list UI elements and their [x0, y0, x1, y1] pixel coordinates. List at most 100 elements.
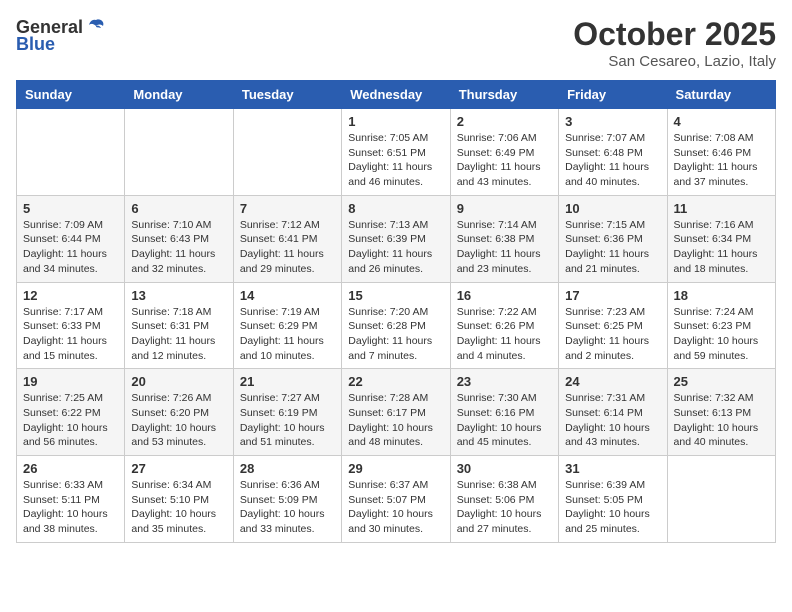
table-row: 9 Sunrise: 7:14 AMSunset: 6:38 PMDayligh… — [450, 195, 558, 282]
table-row: 13 Sunrise: 7:18 AMSunset: 6:31 PMDaylig… — [125, 282, 233, 369]
day-number: 30 — [457, 461, 552, 476]
col-tuesday: Tuesday — [233, 81, 341, 109]
calendar-week-row: 1 Sunrise: 7:05 AMSunset: 6:51 PMDayligh… — [17, 109, 776, 196]
table-row: 15 Sunrise: 7:20 AMSunset: 6:28 PMDaylig… — [342, 282, 450, 369]
day-info: Sunrise: 7:32 AMSunset: 6:13 PMDaylight:… — [674, 391, 769, 450]
logo-bird-icon — [85, 16, 107, 38]
day-info: Sunrise: 7:23 AMSunset: 6:25 PMDaylight:… — [565, 305, 660, 364]
table-row: 27 Sunrise: 6:34 AMSunset: 5:10 PMDaylig… — [125, 456, 233, 543]
logo: General Blue — [16, 16, 107, 55]
day-info: Sunrise: 7:26 AMSunset: 6:20 PMDaylight:… — [131, 391, 226, 450]
day-number: 14 — [240, 288, 335, 303]
day-info: Sunrise: 7:16 AMSunset: 6:34 PMDaylight:… — [674, 218, 769, 277]
table-row: 31 Sunrise: 6:39 AMSunset: 5:05 PMDaylig… — [559, 456, 667, 543]
day-number: 23 — [457, 374, 552, 389]
table-row: 16 Sunrise: 7:22 AMSunset: 6:26 PMDaylig… — [450, 282, 558, 369]
day-number: 22 — [348, 374, 443, 389]
day-number: 29 — [348, 461, 443, 476]
col-monday: Monday — [125, 81, 233, 109]
day-number: 13 — [131, 288, 226, 303]
table-row: 26 Sunrise: 6:33 AMSunset: 5:11 PMDaylig… — [17, 456, 125, 543]
calendar-week-row: 26 Sunrise: 6:33 AMSunset: 5:11 PMDaylig… — [17, 456, 776, 543]
calendar: Sunday Monday Tuesday Wednesday Thursday… — [16, 80, 776, 543]
table-row: 10 Sunrise: 7:15 AMSunset: 6:36 PMDaylig… — [559, 195, 667, 282]
day-info: Sunrise: 6:38 AMSunset: 5:06 PMDaylight:… — [457, 478, 552, 537]
col-wednesday: Wednesday — [342, 81, 450, 109]
day-info: Sunrise: 7:20 AMSunset: 6:28 PMDaylight:… — [348, 305, 443, 364]
calendar-header-row: Sunday Monday Tuesday Wednesday Thursday… — [17, 81, 776, 109]
table-row — [17, 109, 125, 196]
day-info: Sunrise: 6:39 AMSunset: 5:05 PMDaylight:… — [565, 478, 660, 537]
table-row: 28 Sunrise: 6:36 AMSunset: 5:09 PMDaylig… — [233, 456, 341, 543]
day-number: 12 — [23, 288, 118, 303]
col-friday: Friday — [559, 81, 667, 109]
day-info: Sunrise: 7:31 AMSunset: 6:14 PMDaylight:… — [565, 391, 660, 450]
table-row: 5 Sunrise: 7:09 AMSunset: 6:44 PMDayligh… — [17, 195, 125, 282]
table-row: 29 Sunrise: 6:37 AMSunset: 5:07 PMDaylig… — [342, 456, 450, 543]
day-info: Sunrise: 7:19 AMSunset: 6:29 PMDaylight:… — [240, 305, 335, 364]
day-number: 5 — [23, 201, 118, 216]
day-number: 25 — [674, 374, 769, 389]
day-number: 28 — [240, 461, 335, 476]
day-number: 8 — [348, 201, 443, 216]
day-info: Sunrise: 7:12 AMSunset: 6:41 PMDaylight:… — [240, 218, 335, 277]
day-number: 27 — [131, 461, 226, 476]
day-info: Sunrise: 6:37 AMSunset: 5:07 PMDaylight:… — [348, 478, 443, 537]
day-number: 10 — [565, 201, 660, 216]
table-row: 24 Sunrise: 7:31 AMSunset: 6:14 PMDaylig… — [559, 369, 667, 456]
day-info: Sunrise: 7:08 AMSunset: 6:46 PMDaylight:… — [674, 131, 769, 190]
day-number: 15 — [348, 288, 443, 303]
day-info: Sunrise: 7:05 AMSunset: 6:51 PMDaylight:… — [348, 131, 443, 190]
calendar-week-row: 12 Sunrise: 7:17 AMSunset: 6:33 PMDaylig… — [17, 282, 776, 369]
day-info: Sunrise: 7:06 AMSunset: 6:49 PMDaylight:… — [457, 131, 552, 190]
table-row: 20 Sunrise: 7:26 AMSunset: 6:20 PMDaylig… — [125, 369, 233, 456]
col-saturday: Saturday — [667, 81, 775, 109]
table-row: 8 Sunrise: 7:13 AMSunset: 6:39 PMDayligh… — [342, 195, 450, 282]
title-section: October 2025 San Cesareo, Lazio, Italy — [573, 16, 776, 70]
day-number: 9 — [457, 201, 552, 216]
day-number: 3 — [565, 114, 660, 129]
day-info: Sunrise: 7:24 AMSunset: 6:23 PMDaylight:… — [674, 305, 769, 364]
month-title: October 2025 — [573, 16, 776, 53]
col-thursday: Thursday — [450, 81, 558, 109]
table-row: 14 Sunrise: 7:19 AMSunset: 6:29 PMDaylig… — [233, 282, 341, 369]
table-row: 1 Sunrise: 7:05 AMSunset: 6:51 PMDayligh… — [342, 109, 450, 196]
calendar-week-row: 19 Sunrise: 7:25 AMSunset: 6:22 PMDaylig… — [17, 369, 776, 456]
table-row: 11 Sunrise: 7:16 AMSunset: 6:34 PMDaylig… — [667, 195, 775, 282]
logo-text-blue: Blue — [16, 34, 55, 55]
day-info: Sunrise: 7:09 AMSunset: 6:44 PMDaylight:… — [23, 218, 118, 277]
page-header: General Blue October 2025 San Cesareo, L… — [16, 16, 776, 70]
day-number: 24 — [565, 374, 660, 389]
day-number: 16 — [457, 288, 552, 303]
table-row: 19 Sunrise: 7:25 AMSunset: 6:22 PMDaylig… — [17, 369, 125, 456]
day-number: 19 — [23, 374, 118, 389]
day-info: Sunrise: 7:07 AMSunset: 6:48 PMDaylight:… — [565, 131, 660, 190]
day-info: Sunrise: 7:17 AMSunset: 6:33 PMDaylight:… — [23, 305, 118, 364]
table-row: 25 Sunrise: 7:32 AMSunset: 6:13 PMDaylig… — [667, 369, 775, 456]
table-row: 4 Sunrise: 7:08 AMSunset: 6:46 PMDayligh… — [667, 109, 775, 196]
day-info: Sunrise: 7:14 AMSunset: 6:38 PMDaylight:… — [457, 218, 552, 277]
day-info: Sunrise: 6:36 AMSunset: 5:09 PMDaylight:… — [240, 478, 335, 537]
table-row: 22 Sunrise: 7:28 AMSunset: 6:17 PMDaylig… — [342, 369, 450, 456]
table-row: 3 Sunrise: 7:07 AMSunset: 6:48 PMDayligh… — [559, 109, 667, 196]
table-row — [125, 109, 233, 196]
day-number: 1 — [348, 114, 443, 129]
day-number: 2 — [457, 114, 552, 129]
day-number: 7 — [240, 201, 335, 216]
day-info: Sunrise: 7:30 AMSunset: 6:16 PMDaylight:… — [457, 391, 552, 450]
day-number: 17 — [565, 288, 660, 303]
day-info: Sunrise: 7:18 AMSunset: 6:31 PMDaylight:… — [131, 305, 226, 364]
day-info: Sunrise: 6:33 AMSunset: 5:11 PMDaylight:… — [23, 478, 118, 537]
table-row: 17 Sunrise: 7:23 AMSunset: 6:25 PMDaylig… — [559, 282, 667, 369]
table-row: 2 Sunrise: 7:06 AMSunset: 6:49 PMDayligh… — [450, 109, 558, 196]
day-number: 4 — [674, 114, 769, 129]
day-number: 18 — [674, 288, 769, 303]
day-info: Sunrise: 7:28 AMSunset: 6:17 PMDaylight:… — [348, 391, 443, 450]
table-row: 30 Sunrise: 6:38 AMSunset: 5:06 PMDaylig… — [450, 456, 558, 543]
day-info: Sunrise: 7:27 AMSunset: 6:19 PMDaylight:… — [240, 391, 335, 450]
day-info: Sunrise: 7:10 AMSunset: 6:43 PMDaylight:… — [131, 218, 226, 277]
day-info: Sunrise: 7:15 AMSunset: 6:36 PMDaylight:… — [565, 218, 660, 277]
day-number: 21 — [240, 374, 335, 389]
table-row: 6 Sunrise: 7:10 AMSunset: 6:43 PMDayligh… — [125, 195, 233, 282]
day-number: 20 — [131, 374, 226, 389]
